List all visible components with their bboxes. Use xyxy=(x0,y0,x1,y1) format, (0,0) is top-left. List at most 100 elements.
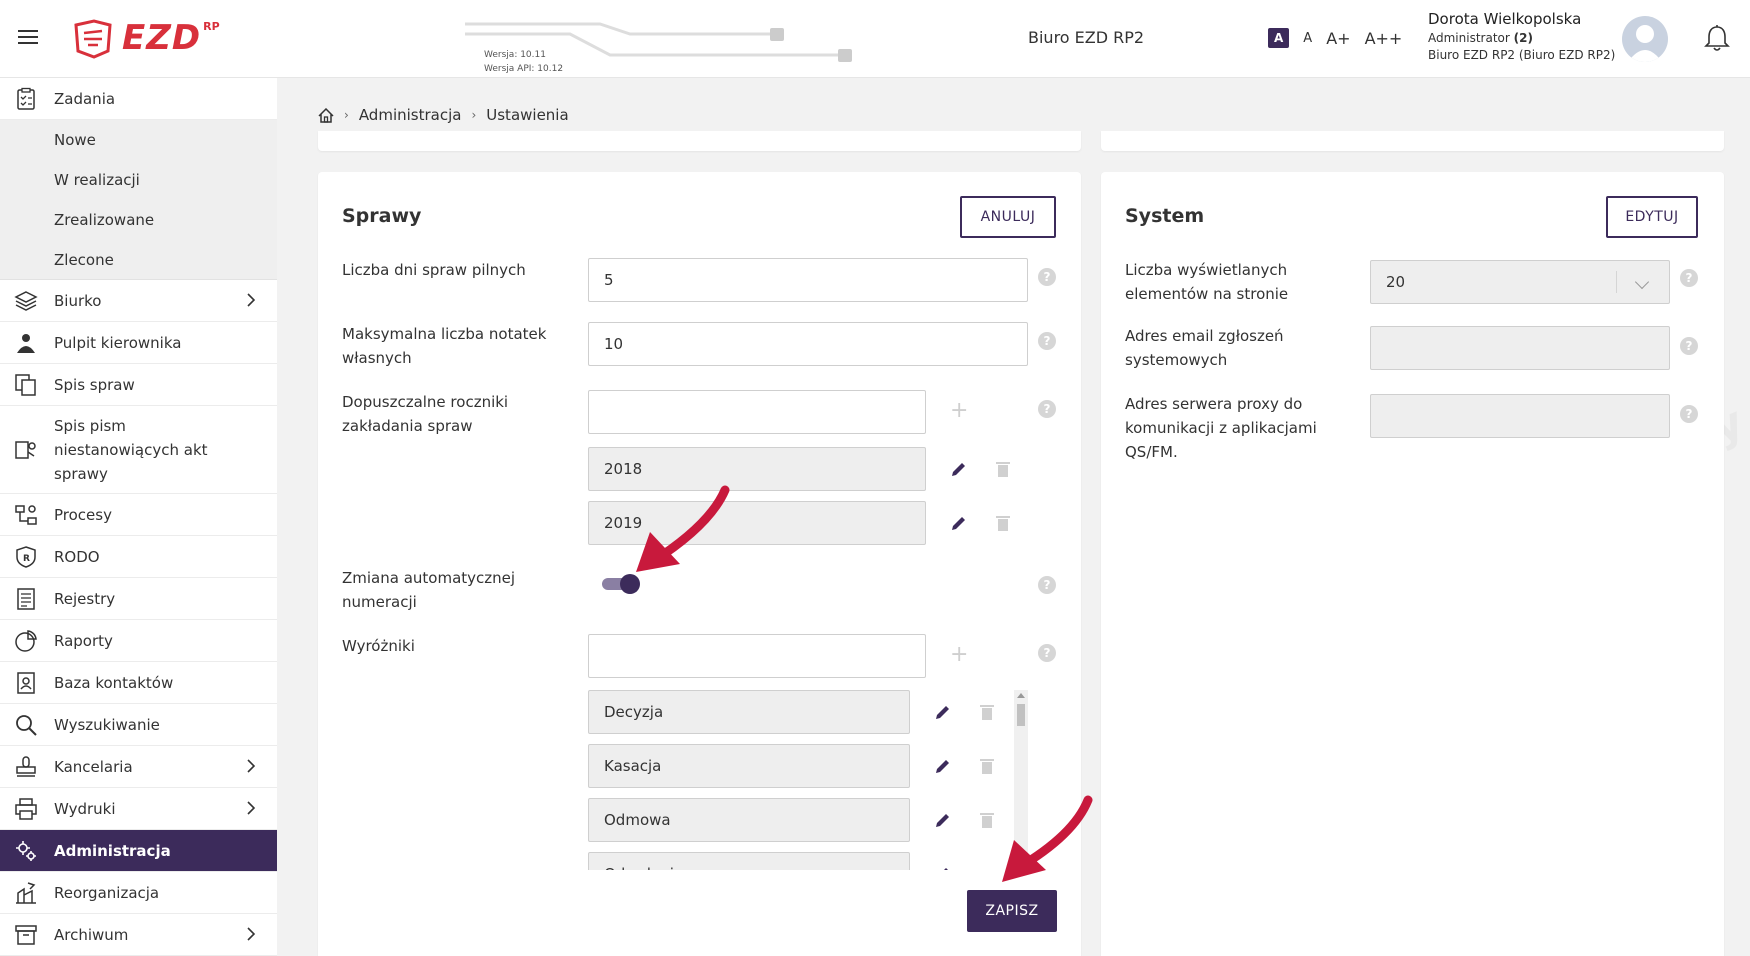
trash-icon[interactable] xyxy=(980,704,994,720)
help-icon[interactable]: ? xyxy=(1038,400,1056,418)
sidebar-item-label: Archiwum xyxy=(54,925,129,944)
user-info[interactable]: Dorota Wielkopolska Administrator (2) Bi… xyxy=(1428,10,1615,62)
sidebar-item-raporty[interactable]: Raporty xyxy=(0,620,277,662)
search-icon xyxy=(16,715,37,736)
font-size-larger[interactable]: A+ xyxy=(1326,29,1350,48)
breadcrumb-ustawienia: Ustawienia xyxy=(486,106,569,124)
trash-icon[interactable] xyxy=(980,812,994,828)
sidebar-item-label: Wydruki xyxy=(54,799,116,818)
system-panel: System EDYTUJ Liczba wyświetlanych eleme… xyxy=(1101,172,1724,956)
logo-text: EZD xyxy=(122,18,202,58)
sidebar-item-pulpit-kierownika[interactable]: Pulpit kierownika xyxy=(0,322,277,364)
register-icon xyxy=(17,588,35,610)
version-text: Wersja: 10.11 xyxy=(484,50,546,60)
year-input[interactable] xyxy=(588,390,926,434)
avatar[interactable] xyxy=(1622,16,1668,62)
help-icon[interactable]: ? xyxy=(1680,269,1698,287)
sidebar-item-reorganizacja[interactable]: Reorganizacja xyxy=(0,872,277,914)
sidebar: Zadania Nowe W realizacji Zrealizowane Z… xyxy=(0,78,277,956)
trash-icon[interactable] xyxy=(996,515,1010,531)
help-icon[interactable]: ? xyxy=(1038,576,1056,594)
layers-icon xyxy=(14,291,38,311)
select-divider xyxy=(1616,271,1617,293)
pencil-icon[interactable] xyxy=(934,757,952,775)
sidebar-item-label: Raporty xyxy=(54,631,113,650)
font-size-largest[interactable]: A++ xyxy=(1365,29,1403,48)
archive-icon xyxy=(15,925,37,945)
help-icon[interactable]: ? xyxy=(1038,268,1056,286)
help-icon[interactable]: ? xyxy=(1680,337,1698,355)
sidebar-item-baza-kontaktow[interactable]: Baza kontaktów xyxy=(0,662,277,704)
help-icon[interactable]: ? xyxy=(1038,332,1056,350)
sidebar-item-rodo[interactable]: R RODO xyxy=(0,536,277,578)
marker-input[interactable] xyxy=(588,634,926,678)
sidebar-item-rejestry[interactable]: Rejestry xyxy=(0,578,277,620)
cancel-button[interactable]: ANULUJ xyxy=(960,196,1056,238)
scroll-thumb[interactable] xyxy=(1017,704,1025,726)
pencil-icon[interactable] xyxy=(934,811,952,829)
pencil-icon[interactable] xyxy=(950,514,968,532)
sidebar-item-wydruki[interactable]: Wydruki xyxy=(0,788,277,830)
breadcrumb-administracja[interactable]: Administracja xyxy=(359,106,462,124)
logo[interactable]: EZD RP xyxy=(72,16,220,60)
documents-share-icon xyxy=(15,441,36,459)
add-year-icon[interactable]: + xyxy=(950,398,968,423)
sidebar-sub-zrealizowane[interactable]: Zrealizowane xyxy=(0,200,277,240)
logo-sup: RP xyxy=(203,19,220,33)
max-notes-input[interactable]: 10 xyxy=(588,322,1028,366)
per-page-select[interactable]: 20 xyxy=(1370,260,1670,304)
chevron-right-icon xyxy=(247,293,256,307)
home-icon[interactable] xyxy=(318,107,334,123)
help-icon[interactable]: ? xyxy=(1680,405,1698,423)
sidebar-sub-zlecone[interactable]: Zlecone xyxy=(0,240,277,280)
menu-icon[interactable] xyxy=(18,30,38,44)
sidebar-item-spis-spraw[interactable]: Spis spraw xyxy=(0,364,277,406)
sidebar-item-wyszukiwanie[interactable]: Wyszukiwanie xyxy=(0,704,277,746)
sidebar-sub-label: Zlecone xyxy=(54,250,114,269)
sidebar-item-label: Biurko xyxy=(54,291,102,310)
sidebar-item-procesy[interactable]: Procesy xyxy=(0,494,277,536)
proxy-input[interactable] xyxy=(1370,394,1670,438)
pencil-icon[interactable] xyxy=(950,460,968,478)
pencil-icon[interactable] xyxy=(934,703,952,721)
sidebar-item-administracja[interactable]: Administracja xyxy=(0,830,277,872)
avatar-icon xyxy=(1628,25,1662,62)
font-size-normal[interactable]: A xyxy=(1303,31,1312,46)
sidebar-item-label: Kancelaria xyxy=(54,757,133,776)
sidebar-sub-nowe[interactable]: Nowe xyxy=(0,120,277,160)
sidebar-item-label: Procesy xyxy=(54,505,112,524)
trash-icon[interactable] xyxy=(996,461,1010,477)
trash-icon[interactable] xyxy=(980,758,994,774)
pencil-icon[interactable] xyxy=(934,865,952,870)
gears-icon xyxy=(16,841,36,861)
bell-icon[interactable] xyxy=(1704,24,1730,52)
sidebar-item-kancelaria[interactable]: Kancelaria xyxy=(0,746,277,788)
save-button[interactable]: ZAPISZ xyxy=(967,890,1057,932)
field-label: Wyróżniki xyxy=(342,637,415,655)
sidebar-sub-w-realizacji[interactable]: W realizacji xyxy=(0,160,277,200)
font-size-default[interactable]: A xyxy=(1268,28,1290,48)
stamp-icon xyxy=(16,756,36,777)
sidebar-item-archiwum[interactable]: Archiwum xyxy=(0,914,277,956)
help-icon[interactable]: ? xyxy=(1038,644,1056,662)
field-label: Dopuszczalne roczniki zakładania spraw xyxy=(342,393,509,435)
sidebar-item-label: Administracja xyxy=(54,841,171,860)
sidebar-item-spis-pism[interactable]: Spis pism niestanowiących akt sprawy xyxy=(0,406,277,494)
system-email-input[interactable] xyxy=(1370,326,1670,370)
reorganization-icon xyxy=(16,882,36,904)
urgent-days-input[interactable]: 5 xyxy=(588,258,1028,302)
user-name: Dorota Wielkopolska xyxy=(1428,10,1582,28)
add-marker-icon[interactable]: + xyxy=(950,642,968,667)
sidebar-sub-label: W realizacji xyxy=(54,171,140,189)
scroll-up-icon[interactable] xyxy=(1017,693,1025,698)
sidebar-item-label: Spis spraw xyxy=(54,375,135,394)
sidebar-item-biurko[interactable]: Biurko xyxy=(0,280,277,322)
sidebar-sub-label: Nowe xyxy=(54,131,96,149)
sidebar-item-label: Spis pism niestanowiących akt sprawy xyxy=(54,417,208,483)
markers-list[interactable]: Decyzja Kasacja Odmowa Odwołanie xyxy=(588,690,1028,870)
annotation-arrow xyxy=(1002,795,1093,882)
edit-button[interactable]: EDYTUJ xyxy=(1606,196,1698,238)
sidebar-item-zadania[interactable]: Zadania xyxy=(0,78,277,120)
pie-chart-icon xyxy=(15,630,37,652)
manager-icon xyxy=(17,334,35,353)
